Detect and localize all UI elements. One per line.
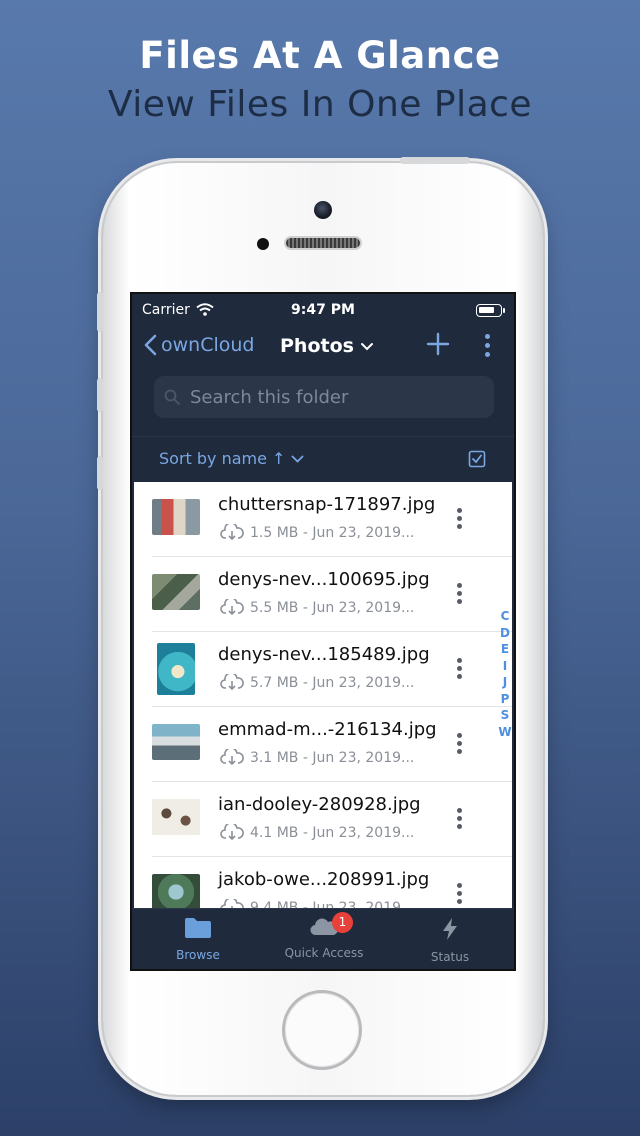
file-meta: 4.1 MB - Jun 23, 2019... — [220, 824, 414, 841]
volume-up-button — [97, 378, 103, 412]
tab-browse[interactable]: Browse — [138, 917, 258, 962]
file-details: 4.1 MB - Jun 23, 2019... — [250, 824, 415, 841]
tab-quick-access[interactable]: 1 Quick Access — [264, 912, 384, 960]
sort-button[interactable]: Sort by name ↑ — [159, 449, 304, 468]
index-letter[interactable]: I — [498, 658, 512, 675]
index-letter[interactable]: P — [498, 691, 512, 708]
tab-status[interactable]: Status — [390, 917, 510, 964]
page-title: Photos — [280, 335, 354, 357]
file-meta: 5.7 MB - Jun 23, 2019... — [220, 674, 414, 691]
file-thumbnail — [152, 799, 200, 835]
status-time: 9:47 PM — [291, 302, 355, 318]
file-name: chuttersnap-171897.jpg — [218, 494, 436, 515]
index-letter[interactable]: S — [498, 707, 512, 724]
cloud-download-icon — [220, 674, 244, 691]
index-letter[interactable]: D — [498, 625, 512, 642]
cloud-download-icon — [220, 524, 244, 541]
file-actions-button[interactable] — [455, 658, 463, 682]
file-thumbnail — [157, 643, 195, 695]
folder-title-menu[interactable]: Photos — [280, 335, 374, 357]
promo-headline: Files At A Glance — [139, 34, 501, 77]
file-details: 5.5 MB - Jun 23, 2019... — [250, 599, 415, 616]
file-details: 9.4 MB - Jun 23, 2019... — [250, 899, 415, 909]
add-button[interactable] — [426, 332, 450, 361]
index-letter[interactable]: J — [498, 674, 512, 691]
search-icon — [164, 389, 180, 405]
cloud-download-icon — [220, 749, 244, 766]
file-actions-button[interactable] — [455, 508, 463, 532]
power-button — [400, 157, 470, 164]
file-thumbnail — [152, 574, 200, 610]
file-list: chuttersnap-171897.jpg 1.5 MB - Jun 23, … — [134, 482, 512, 908]
notification-badge: 1 — [332, 912, 353, 933]
file-details: 1.5 MB - Jun 23, 2019... — [250, 524, 415, 541]
file-row[interactable]: emmad-m...-216134.jpg 3.1 MB - Jun 23, 2… — [134, 707, 512, 782]
tab-bar: Browse 1 Quick Access Status — [132, 908, 514, 969]
file-name: emmad-m...-216134.jpg — [218, 719, 437, 740]
chevron-down-icon — [292, 455, 304, 463]
file-name: ian-dooley-280928.jpg — [218, 794, 421, 815]
index-letter[interactable]: C — [498, 608, 512, 625]
promo-subline: View Files In One Place — [107, 84, 533, 125]
tab-label: Status — [430, 950, 470, 964]
status-bar: Carrier 9:47 PM — [132, 294, 514, 324]
file-meta: 9.4 MB - Jun 23, 2019... — [220, 899, 414, 908]
cloud-download-icon — [220, 824, 244, 841]
plus-icon — [426, 332, 450, 356]
file-row[interactable]: chuttersnap-171897.jpg 1.5 MB - Jun 23, … — [134, 482, 512, 557]
tab-label: Quick Access — [284, 946, 364, 960]
file-actions-button[interactable] — [455, 883, 463, 907]
sort-label: Sort by name ↑ — [159, 449, 286, 468]
chevron-left-icon — [144, 334, 157, 356]
file-details: 5.7 MB - Jun 23, 2019... — [250, 674, 415, 691]
file-actions-button[interactable] — [455, 583, 463, 607]
back-button[interactable]: ownCloud — [144, 334, 254, 356]
proximity-sensor — [257, 238, 269, 250]
folder-icon — [185, 918, 211, 938]
file-thumbnail — [152, 499, 200, 535]
chevron-down-icon — [360, 342, 373, 350]
battery-icon — [476, 304, 505, 317]
select-mode-button[interactable] — [468, 450, 486, 472]
file-row[interactable]: denys-nev...100695.jpg 5.5 MB - Jun 23, … — [134, 557, 512, 632]
file-meta: 5.5 MB - Jun 23, 2019... — [220, 599, 414, 616]
file-row[interactable]: ian-dooley-280928.jpg 4.1 MB - Jun 23, 2… — [134, 782, 512, 857]
checkbox-icon — [468, 450, 486, 468]
search-placeholder: Search this folder — [190, 386, 349, 408]
file-actions-button[interactable] — [455, 808, 463, 832]
index-letter[interactable]: E — [498, 641, 512, 658]
home-button[interactable] — [282, 990, 362, 1070]
back-label: ownCloud — [161, 334, 255, 356]
tab-label: Browse — [176, 948, 220, 962]
file-details: 3.1 MB - Jun 23, 2019... — [250, 749, 415, 766]
bolt-icon — [443, 918, 457, 940]
index-letter[interactable]: W — [498, 724, 512, 741]
section-index[interactable]: C D E I J P S W — [498, 608, 512, 740]
file-meta: 1.5 MB - Jun 23, 2019... — [220, 524, 414, 541]
file-thumbnail — [152, 874, 200, 908]
search-field[interactable]: Search this folder — [154, 376, 494, 418]
earpiece-speaker — [284, 236, 362, 250]
sort-bar: Sort by name ↑ — [132, 436, 514, 482]
navigation-bar: ownCloud Photos — [132, 328, 514, 368]
file-actions-button[interactable] — [455, 733, 463, 757]
file-name: denys-nev...185489.jpg — [218, 644, 430, 665]
mute-switch — [97, 292, 103, 332]
file-meta: 3.1 MB - Jun 23, 2019... — [220, 749, 414, 766]
file-row[interactable]: jakob-owe...208991.jpg 9.4 MB - Jun 23, … — [134, 857, 512, 908]
cloud-download-icon — [220, 899, 244, 908]
file-row[interactable]: denys-nev...185489.jpg 5.7 MB - Jun 23, … — [134, 632, 512, 707]
front-camera — [314, 201, 332, 219]
file-name: denys-nev...100695.jpg — [218, 569, 430, 590]
file-thumbnail — [152, 724, 200, 760]
app-screen: Carrier 9:47 PM ownCloud Photos Search t… — [130, 292, 516, 971]
volume-down-button — [97, 456, 103, 490]
more-actions-button[interactable] — [482, 334, 492, 360]
file-name: jakob-owe...208991.jpg — [218, 869, 430, 890]
cloud-download-icon — [220, 599, 244, 616]
